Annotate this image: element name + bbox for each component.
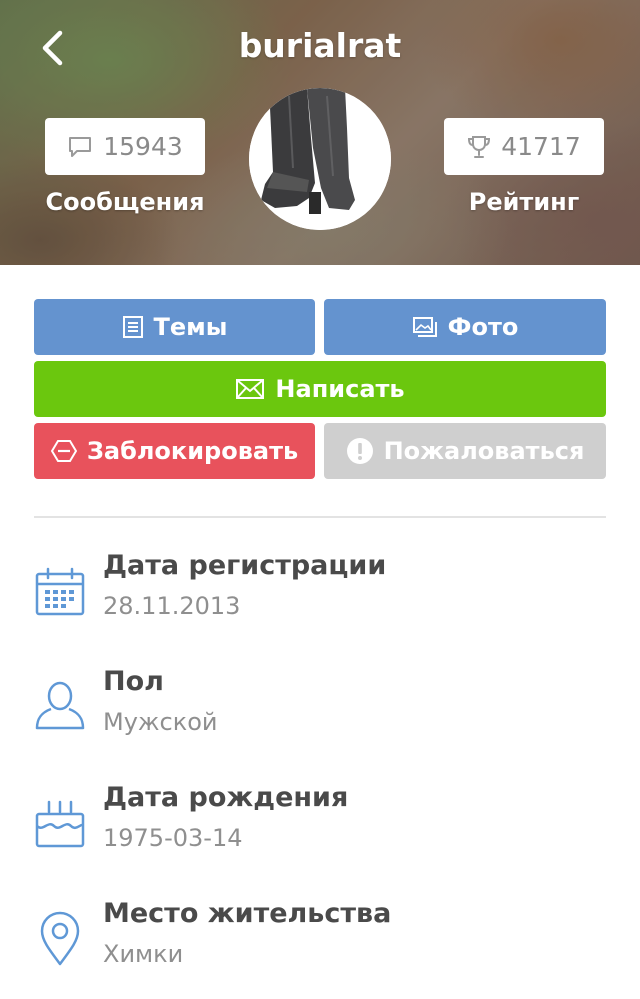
info-value: 1975-03-14 (103, 824, 243, 852)
info-row-location: Место жительства Химки (34, 898, 606, 988)
location-pin-icon (40, 911, 80, 966)
info-row-birthday: Дата рождения 1975-03-14 (34, 782, 606, 872)
trophy-icon (468, 135, 491, 158)
profile-header: burialrat 15943 Сообщения 41717 Рейтинг (0, 0, 640, 265)
write-message-button[interactable]: Написать (34, 361, 606, 417)
info-value: 28.11.2013 (103, 592, 241, 620)
block-button-label: Заблокировать (86, 437, 299, 465)
messages-count: 15943 (103, 132, 183, 161)
photo-button-label: Фото (447, 313, 519, 341)
person-icon (35, 681, 85, 730)
cake-icon (35, 800, 85, 848)
document-icon (122, 316, 143, 338)
block-button[interactable]: Заблокировать (34, 423, 315, 479)
info-title: Дата регистрации (103, 550, 387, 581)
topics-button[interactable]: Темы (34, 299, 315, 355)
calendar-icon (35, 567, 85, 616)
block-hexagon-icon (50, 440, 77, 462)
info-value: Химки (103, 940, 184, 968)
topics-button-label: Темы (153, 313, 228, 341)
exclamation-icon (346, 438, 373, 464)
rating-value: 41717 (501, 132, 581, 161)
write-button-label: Написать (275, 375, 405, 403)
messages-label: Сообщения (45, 188, 205, 216)
info-title: Место жительства (103, 898, 392, 929)
report-button[interactable]: Пожаловаться (324, 423, 606, 479)
profile-username: burialrat (238, 26, 402, 65)
avatar[interactable] (249, 88, 391, 230)
rating-box[interactable]: 41717 (444, 118, 604, 175)
photos-icon (412, 317, 437, 337)
photo-button[interactable]: Фото (324, 299, 606, 355)
report-button-label: Пожаловаться (383, 437, 585, 465)
envelope-icon (236, 379, 265, 399)
info-value: Мужской (103, 708, 218, 736)
info-row-registration: Дата регистрации 28.11.2013 (34, 550, 606, 640)
messages-count-box[interactable]: 15943 (45, 118, 205, 175)
rating-label: Рейтинг (468, 188, 580, 216)
speech-bubble-icon (69, 136, 92, 157)
avatar-boots-image (249, 88, 391, 230)
info-title: Пол (103, 666, 164, 697)
info-row-gender: Пол Мужской (34, 666, 606, 756)
info-title: Дата рождения (103, 782, 349, 813)
divider (34, 516, 606, 518)
